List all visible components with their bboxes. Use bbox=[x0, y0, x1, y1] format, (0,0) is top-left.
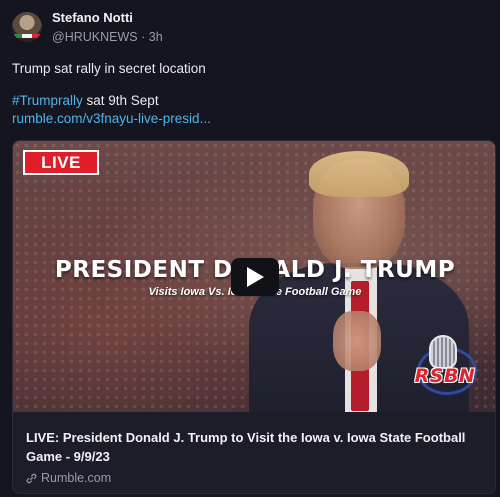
link-preview-card[interactable]: LIVE PRESIDENT DONALD J. TRUMP Visits Io… bbox=[12, 140, 496, 494]
card-domain-text: Rumble.com bbox=[41, 471, 112, 485]
post-time[interactable]: 3h bbox=[149, 30, 163, 44]
meta-separator: · bbox=[141, 30, 146, 44]
logo-text: RSBN bbox=[414, 365, 476, 387]
speaker-hair bbox=[309, 151, 409, 197]
avatar-flag bbox=[12, 34, 42, 38]
play-button[interactable] bbox=[231, 258, 279, 296]
speaker-hands bbox=[333, 311, 381, 371]
link-icon bbox=[26, 473, 37, 483]
post-text-hashtag-line: #Trumprally sat 9th Sept bbox=[12, 93, 159, 108]
post-text-line: Trump sat rally in secret location bbox=[12, 61, 206, 76]
post-text-date: sat 9th Sept bbox=[82, 93, 159, 108]
post-url-link[interactable]: rumble.com/v3fnayu-live-presid... bbox=[12, 111, 211, 126]
card-title[interactable]: LIVE: President Donald J. Trump to Visit… bbox=[26, 428, 486, 466]
author-meta: @HRUKNEWS · 3h bbox=[52, 30, 163, 44]
rsbn-logo: RSBN bbox=[401, 335, 489, 401]
hashtag-link[interactable]: #Trumprally bbox=[12, 93, 83, 108]
author-name[interactable]: Stefano Notti bbox=[52, 10, 133, 25]
card-domain[interactable]: Rumble.com bbox=[26, 471, 111, 485]
post: Stefano Notti @HRUKNEWS · 3h Trump sat r… bbox=[0, 0, 500, 497]
play-icon bbox=[247, 267, 264, 287]
avatar[interactable] bbox=[12, 12, 42, 42]
video-thumbnail[interactable]: LIVE PRESIDENT DONALD J. TRUMP Visits Io… bbox=[13, 141, 495, 412]
microphone-icon bbox=[429, 335, 457, 369]
live-badge: LIVE bbox=[23, 150, 99, 175]
author-handle[interactable]: @HRUKNEWS bbox=[52, 30, 138, 44]
